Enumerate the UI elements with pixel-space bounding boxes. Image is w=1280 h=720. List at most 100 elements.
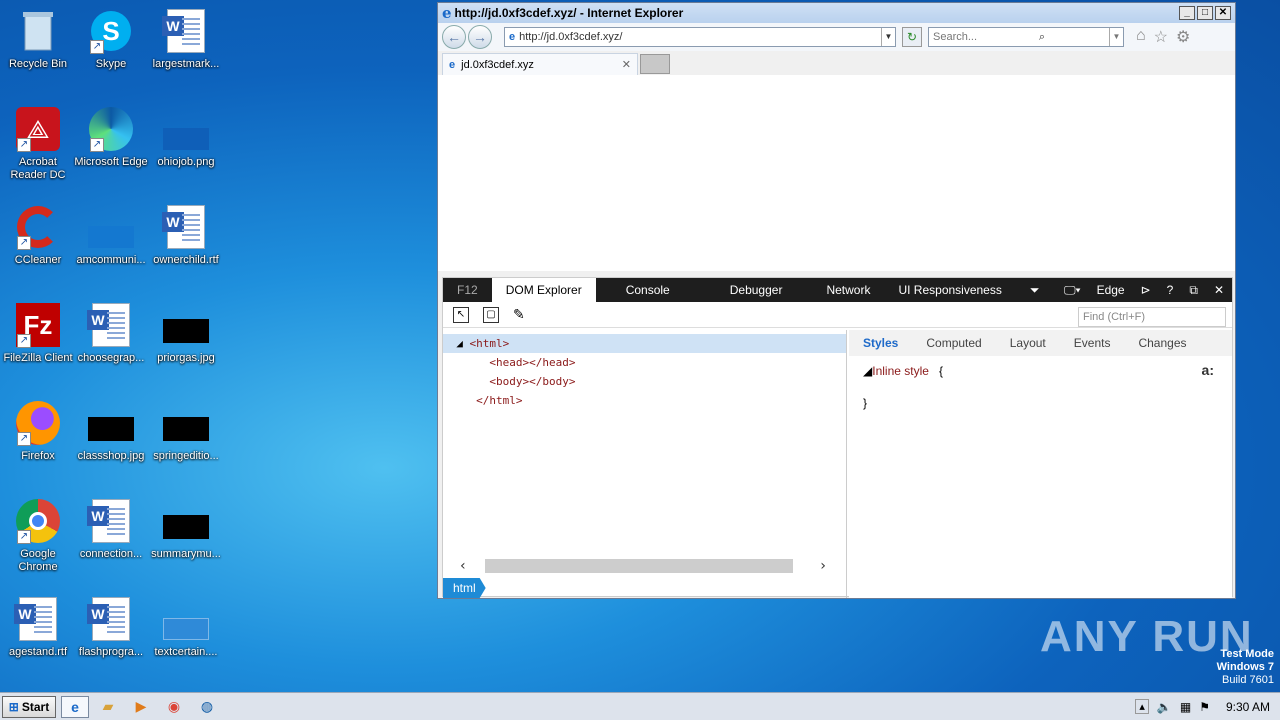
tab-debugger[interactable]: Debugger: [700, 278, 813, 302]
close-tab-icon[interactable]: ✕: [622, 58, 631, 71]
document-mode[interactable]: Edge: [1089, 283, 1133, 297]
back-button[interactable]: ←: [442, 25, 466, 49]
desktop-icon-recycle-bin[interactable]: Recycle Bin: [0, 8, 76, 71]
desktop-icon-largestmark[interactable]: W largestmark...: [148, 8, 224, 71]
speaker-icon[interactable]: 🔈: [1157, 700, 1172, 714]
new-tab-button[interactable]: [640, 54, 670, 74]
console-toggle-icon[interactable]: ⊳: [1133, 283, 1159, 297]
desktop-icon-ownerchild[interactable]: W ownerchild.rtf: [148, 204, 224, 267]
taskbar-chrome-icon[interactable]: ◉: [160, 696, 188, 718]
word-document-icon: W: [162, 204, 209, 250]
tab-network[interactable]: Network: [812, 278, 884, 302]
inline-style-rule[interactable]: ◢Inline style { }: [849, 356, 1232, 418]
f12-label: F12: [457, 283, 478, 297]
tab-changes[interactable]: Changes: [1124, 336, 1200, 350]
desktop-icon-acrobat[interactable]: ⟁ ↗ Acrobat Reader DC: [0, 106, 76, 182]
address-dropdown-icon[interactable]: ▼: [881, 28, 895, 46]
favorites-star-icon[interactable]: ☆: [1154, 27, 1168, 47]
desktop-icon-filezilla[interactable]: Fz ↗ FileZilla Client: [0, 302, 76, 365]
taskbar-edge-icon[interactable]: ◍: [193, 696, 221, 718]
minimize-button[interactable]: _: [1179, 6, 1195, 20]
taskbar-media-player-icon[interactable]: ▶: [127, 696, 155, 718]
navigation-bar: ← → e http://jd.0xf3cdef.xyz/ ▼ ↻ Search…: [438, 23, 1235, 51]
flag-icon[interactable]: ⚑: [1199, 700, 1210, 714]
tab-computed[interactable]: Computed: [912, 336, 995, 350]
emulation-icon[interactable]: 🖵▾: [1056, 283, 1089, 298]
desktop-icon-choosegrap[interactable]: W choosegrap...: [73, 302, 149, 365]
tab-styles[interactable]: Styles: [849, 336, 912, 350]
image-file-icon: [163, 498, 209, 544]
windows-logo-icon: ⊞: [8, 699, 19, 714]
text-size-icon[interactable]: a:: [1202, 362, 1214, 378]
address-bar[interactable]: e http://jd.0xf3cdef.xyz/ ▼: [504, 27, 896, 47]
scrollbar-thumb[interactable]: [485, 559, 793, 573]
tab-layout[interactable]: Layout: [996, 336, 1060, 350]
search-input[interactable]: Search... ⌕ ▼: [928, 27, 1124, 47]
home-icon[interactable]: ⌂: [1136, 27, 1146, 47]
desktop-icon-firefox[interactable]: ↗ Firefox: [0, 400, 76, 463]
scroll-left-icon[interactable]: ‹: [453, 558, 473, 574]
desktop-icon-textcertain[interactable]: textcertain....: [148, 596, 224, 659]
color-picker-icon[interactable]: ✎: [513, 306, 525, 323]
select-element-icon[interactable]: ↖: [453, 306, 469, 323]
tab-strip: e jd.0xf3cdef.xyz ✕: [438, 51, 1235, 75]
dom-node-head[interactable]: <head></head>: [443, 353, 846, 372]
desktop-icon-amcommuni[interactable]: amcommuni...: [73, 204, 149, 267]
desktop-icon-classshop[interactable]: classshop.jpg: [73, 400, 149, 463]
highlight-element-icon[interactable]: ▢: [483, 306, 499, 323]
dom-node-html-close[interactable]: </html>: [443, 391, 846, 410]
desktop-icon-skype[interactable]: S ↗ Skype: [73, 8, 149, 71]
search-dropdown-icon[interactable]: ▼: [1108, 28, 1123, 46]
scroll-right-icon[interactable]: ›: [813, 558, 833, 574]
image-file-icon: [163, 596, 209, 642]
tab-ui-responsiveness[interactable]: UI Responsiveness: [884, 278, 1015, 302]
desktop-icon-summarymu[interactable]: summarymu...: [148, 498, 224, 561]
more-tabs-icon[interactable]: ⏷: [1016, 278, 1054, 302]
start-button[interactable]: ⊞ Start: [2, 695, 56, 718]
word-document-icon: W: [87, 596, 134, 642]
close-devtools-icon[interactable]: ✕: [1206, 283, 1232, 297]
image-file-icon: [88, 204, 134, 250]
desktop-icon-agestand[interactable]: W agestand.rtf: [0, 596, 76, 659]
horizontal-scrollbar[interactable]: ‹ ›: [443, 558, 847, 574]
page-content[interactable]: [438, 75, 1235, 271]
dom-tree: ◢ <html> <head></head> <body></body> </h…: [443, 330, 847, 598]
refresh-button[interactable]: ↻: [902, 27, 922, 47]
image-file-icon: [163, 106, 209, 152]
desktop-icon-chrome[interactable]: ↗ Google Chrome: [0, 498, 76, 574]
taskbar-ie-icon[interactable]: e: [61, 695, 89, 718]
image-file-icon: [163, 400, 209, 446]
desktop-icon-ohiojob[interactable]: ohiojob.png: [148, 106, 224, 169]
forward-button[interactable]: →: [468, 25, 492, 49]
desktop-icon-priorgas[interactable]: priorgas.jpg: [148, 302, 224, 365]
network-icon[interactable]: ▦: [1180, 700, 1191, 714]
browser-tab[interactable]: e jd.0xf3cdef.xyz ✕: [442, 53, 638, 75]
edge-icon: ↗: [88, 106, 134, 152]
chrome-icon: ↗: [15, 498, 61, 544]
dom-node-body[interactable]: <body></body>: [443, 372, 846, 391]
gear-icon[interactable]: ⚙: [1176, 27, 1190, 47]
show-hidden-icons-icon[interactable]: ▴: [1135, 699, 1149, 714]
acrobat-icon: ⟁ ↗: [15, 106, 61, 152]
tab-events[interactable]: Events: [1060, 336, 1125, 350]
image-file-icon: [88, 400, 134, 446]
tab-dom-explorer[interactable]: DOM Explorer: [491, 278, 596, 302]
desktop-icon-springeditio[interactable]: springeditio...: [148, 400, 224, 463]
desktop-icon-connection[interactable]: W connection...: [73, 498, 149, 561]
breadcrumb: html: [443, 578, 847, 598]
maximize-button[interactable]: □: [1197, 6, 1213, 20]
taskbar-explorer-icon[interactable]: ▰: [94, 696, 122, 718]
search-icon[interactable]: ⌕: [1039, 31, 1045, 44]
desktop-icon-edge[interactable]: ↗ Microsoft Edge: [73, 106, 149, 169]
tab-console[interactable]: Console: [596, 278, 700, 302]
desktop-icon-ccleaner[interactable]: ↗ CCleaner: [0, 204, 76, 267]
close-window-button[interactable]: ✕: [1215, 6, 1231, 20]
find-input[interactable]: Find (Ctrl+F): [1078, 307, 1226, 327]
undock-icon[interactable]: ⧉: [1181, 283, 1206, 298]
dom-node-html[interactable]: ◢ <html>: [443, 334, 846, 353]
window-titlebar[interactable]: e http://jd.0xf3cdef.xyz/ - Internet Exp…: [438, 3, 1235, 23]
desktop-icon-flashprogra[interactable]: W flashprogra...: [73, 596, 149, 659]
clock[interactable]: 9:30 AM: [1226, 700, 1270, 714]
help-icon[interactable]: ?: [1159, 283, 1182, 297]
breadcrumb-html[interactable]: html: [443, 578, 486, 598]
